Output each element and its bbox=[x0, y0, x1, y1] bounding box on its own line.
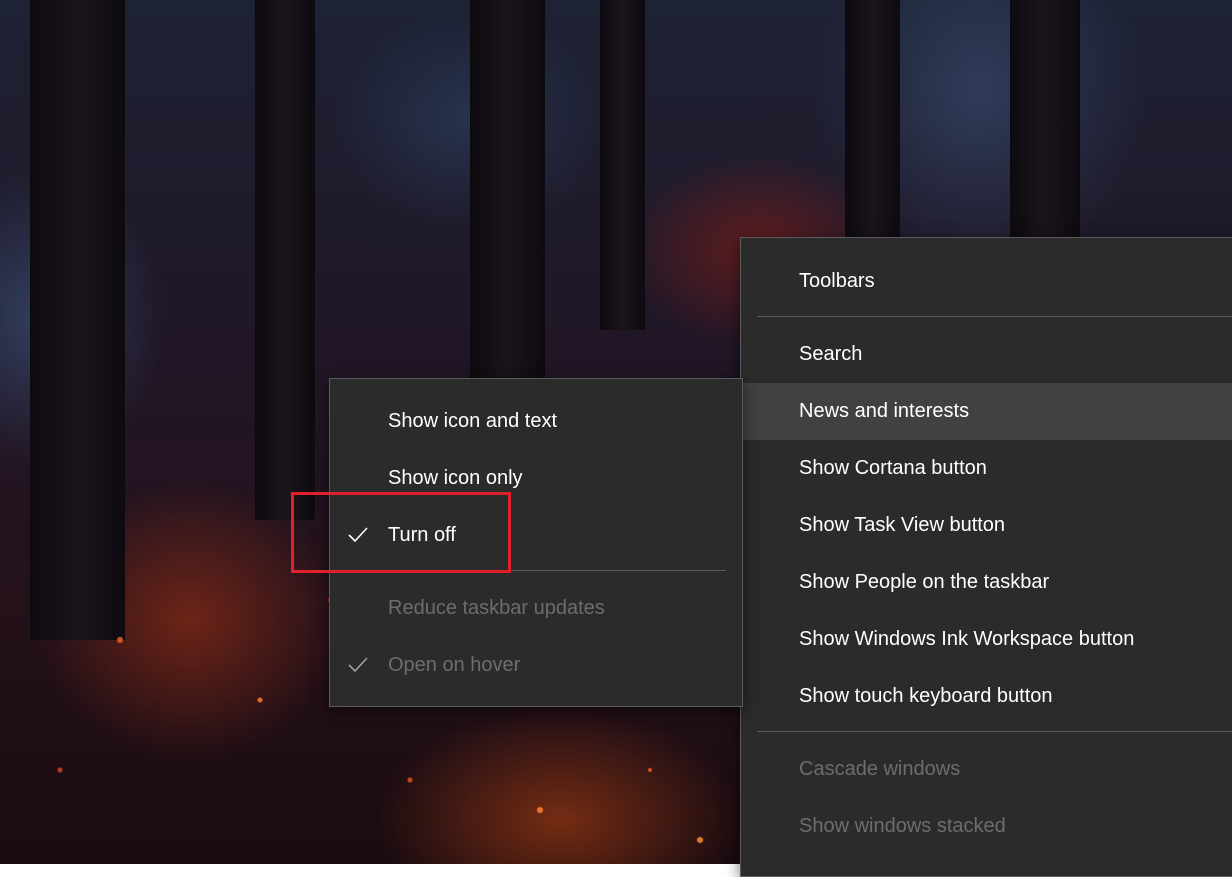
checkmark-icon bbox=[348, 657, 368, 673]
menu-item-label: Show windows stacked bbox=[799, 815, 1006, 837]
menu-item-label: Show Cortana button bbox=[799, 457, 987, 479]
menu-item-show-task-view-button[interactable]: Show Task View button bbox=[741, 497, 1232, 554]
menu-item-label: Show touch keyboard button bbox=[799, 685, 1053, 707]
menu-item-show-touch-keyboard[interactable]: Show touch keyboard button bbox=[741, 668, 1232, 725]
menu-item-label: Open on hover bbox=[388, 654, 521, 676]
menu-item-news-and-interests[interactable]: News and interests bbox=[741, 383, 1232, 440]
menu-separator bbox=[346, 570, 726, 571]
menu-item-turn-off[interactable]: Turn off bbox=[330, 507, 742, 564]
menu-item-open-on-hover: Open on hover bbox=[330, 637, 742, 694]
menu-item-label: News and interests bbox=[799, 400, 970, 422]
wallpaper-tree bbox=[255, 0, 315, 520]
wallpaper-tree bbox=[600, 0, 645, 330]
menu-item-label: Toolbars bbox=[799, 270, 875, 292]
menu-item-label: Search bbox=[799, 343, 863, 365]
menu-item-label: Show People on the taskbar bbox=[799, 571, 1050, 593]
menu-item-show-ink-workspace[interactable]: Show Windows Ink Workspace button bbox=[741, 611, 1232, 668]
menu-item-label: Turn off bbox=[388, 524, 456, 546]
wallpaper-tree bbox=[845, 0, 900, 237]
wallpaper-tree bbox=[30, 0, 125, 640]
menu-item-toolbars[interactable]: Toolbars bbox=[741, 253, 1232, 310]
menu-item-show-icon-and-text[interactable]: Show icon and text bbox=[330, 393, 742, 450]
menu-item-label: Show Windows Ink Workspace button bbox=[799, 628, 1135, 650]
menu-item-show-people[interactable]: Show People on the taskbar bbox=[741, 554, 1232, 611]
menu-item-label: Show Task View button bbox=[799, 514, 1006, 536]
menu-item-label: Reduce taskbar updates bbox=[388, 597, 605, 619]
menu-separator bbox=[757, 731, 1232, 732]
menu-item-label: Cascade windows bbox=[799, 758, 961, 780]
menu-item-search[interactable]: Search bbox=[741, 326, 1232, 383]
menu-item-show-cortana-button[interactable]: Show Cortana button bbox=[741, 440, 1232, 497]
news-interests-submenu: Show icon and text Show icon only Turn o… bbox=[329, 378, 743, 707]
checkmark-icon bbox=[348, 527, 368, 543]
menu-item-show-icon-only[interactable]: Show icon only bbox=[330, 450, 742, 507]
menu-item-cascade-windows: Cascade windows bbox=[741, 741, 1232, 798]
menu-item-label: Show icon and text bbox=[388, 410, 557, 432]
wallpaper-tree bbox=[1010, 0, 1080, 237]
menu-item-show-windows-stacked: Show windows stacked bbox=[741, 798, 1232, 855]
menu-separator bbox=[757, 316, 1232, 317]
taskbar-context-menu: Toolbars Search News and interests Show … bbox=[740, 237, 1232, 877]
menu-item-label: Show icon only bbox=[388, 467, 523, 489]
menu-item-reduce-taskbar-updates: Reduce taskbar updates bbox=[330, 580, 742, 637]
